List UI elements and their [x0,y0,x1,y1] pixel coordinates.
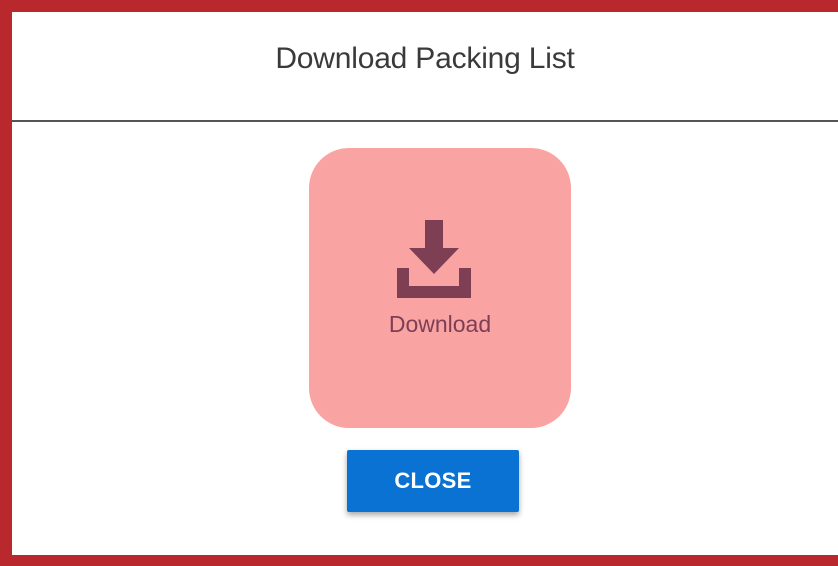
download-packing-list-dialog: Download Packing List Download CLOSE [12,12,838,555]
download-icon [397,220,471,298]
dialog-header: Download Packing List [12,12,838,121]
download-label: Download [388,311,492,337]
close-button[interactable]: CLOSE [347,450,519,512]
dialog-title: Download Packing List [275,41,575,75]
header-divider [12,120,838,122]
download-button[interactable]: Download [309,148,571,428]
dialog-frame: Download Packing List Download CLOSE [0,0,838,566]
